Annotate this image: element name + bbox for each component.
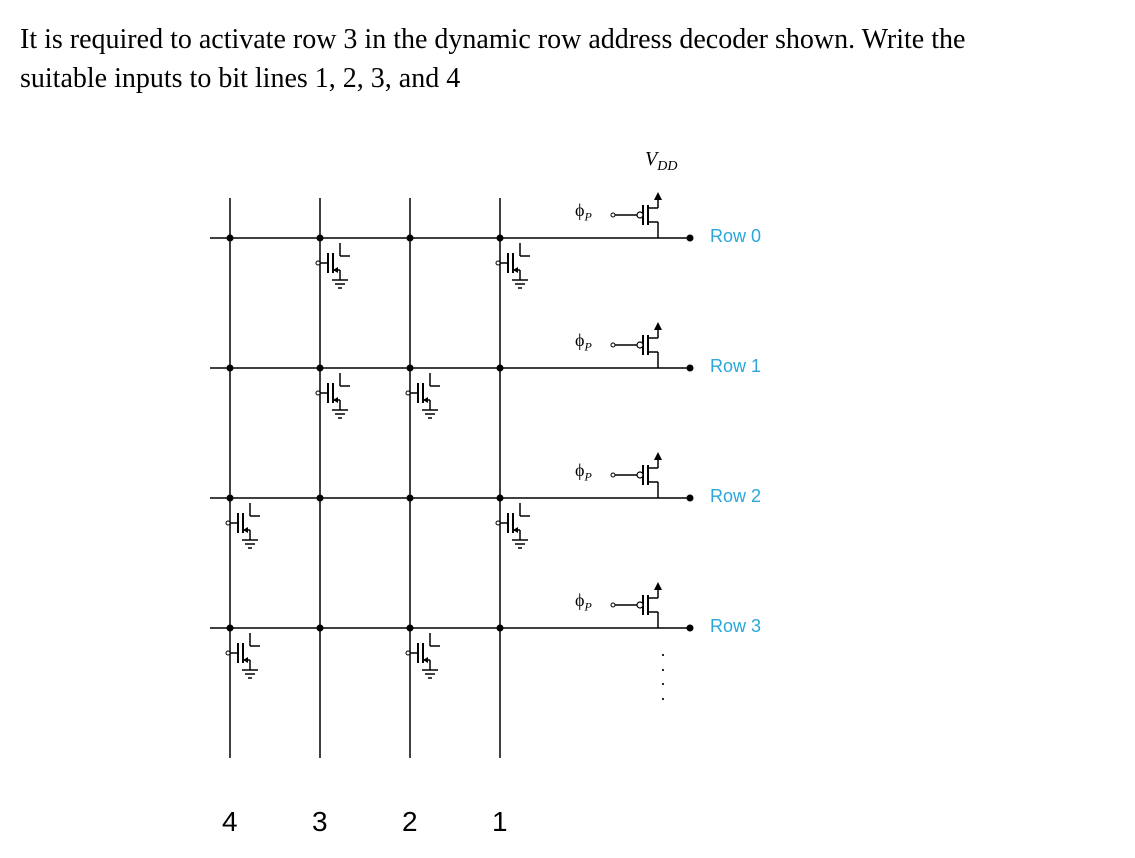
row-label-0: Row 0 (710, 226, 761, 247)
bitline-label-3: 3 (312, 806, 328, 838)
nmos-row0-bit1 (496, 243, 530, 288)
row-label-3: Row 3 (710, 616, 761, 637)
question-text: It is required to activate row 3 in the … (20, 20, 1135, 98)
question-line2: suitable inputs to bit lines 1, 2, 3, an… (20, 63, 460, 94)
row-label-2: Row 2 (710, 486, 761, 507)
row-label-1: Row 1 (710, 356, 761, 377)
pmos-row0 (611, 192, 662, 238)
phi-label-0: ϕP (575, 200, 592, 225)
nmos-row3-bit2 (406, 633, 440, 678)
nmos-row2-bit1 (496, 503, 530, 548)
phi-label-2: ϕP (575, 460, 592, 485)
nmos-row1-bit2 (406, 373, 440, 418)
nmos-row3-bit4 (226, 633, 260, 678)
circuit-diagram: VDD ϕP ϕP ϕP ϕP Row 0 Row 1 Row 2 Row 3 … (170, 138, 970, 838)
nmos-row1-bit3 (316, 373, 350, 418)
pmos-row3 (611, 582, 662, 628)
phi-label-1: ϕP (575, 330, 592, 355)
nmos-row0-bit3 (316, 243, 350, 288)
vdd-v: V (645, 148, 657, 170)
pmos-row2 (611, 452, 662, 498)
nmos-row2-bit4 (226, 503, 260, 548)
bitline-label-2: 2 (402, 806, 418, 838)
continuation-dots: ···· (660, 648, 666, 706)
circuit-svg (170, 138, 970, 838)
bitline-label-1: 1 (492, 806, 508, 838)
question-line1: It is required to activate row 3 in the … (20, 24, 965, 55)
bitline-label-4: 4 (222, 806, 238, 838)
vdd-sub: DD (657, 159, 677, 174)
vdd-label: VDD (645, 148, 677, 175)
phi-label-3: ϕP (575, 590, 592, 615)
pmos-row1 (611, 322, 662, 368)
